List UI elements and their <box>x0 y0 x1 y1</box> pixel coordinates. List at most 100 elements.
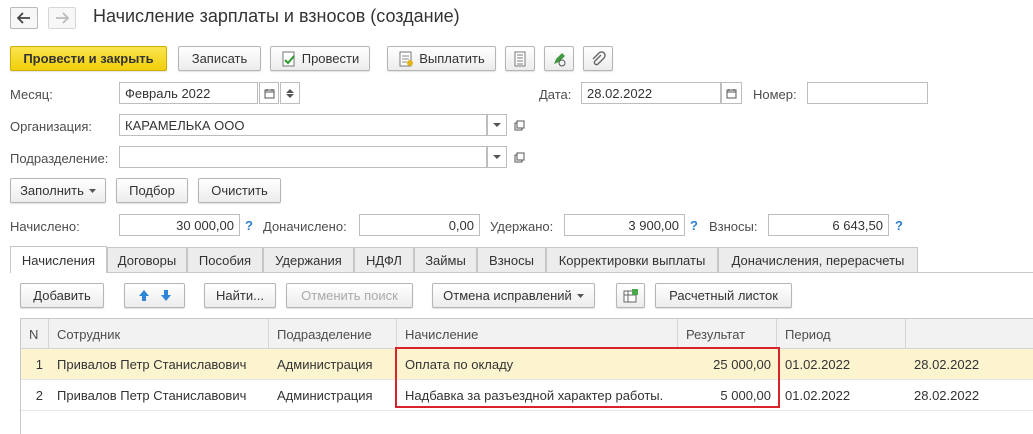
department-label: Подразделение: <box>10 151 109 166</box>
period-from-cell[interactable]: 01.02.2022 <box>777 380 906 410</box>
period-to-cell[interactable]: 28.02.2022 <box>906 380 1033 410</box>
calendar-icon <box>264 88 274 98</box>
accrued-help-icon[interactable]: ? <box>245 218 253 233</box>
column-header-department[interactable]: Подразделение <box>269 319 397 349</box>
calendar-icon <box>726 88 737 98</box>
department-cell[interactable]: Администрация <box>269 380 397 410</box>
chevron-up-icon <box>286 88 294 93</box>
page-title: Начисление зарплаты и взносов (создание) <box>93 6 460 26</box>
save-button[interactable]: Записать <box>178 46 261 71</box>
cancel-corrections-button[interactable]: Отмена исправлений <box>432 283 595 308</box>
month-stepper[interactable] <box>280 82 300 104</box>
employee-cell[interactable]: Привалов Петр Станиславович <box>49 349 269 379</box>
employee-cell[interactable]: Привалов Петр Станиславович <box>49 380 269 410</box>
organization-label: Организация: <box>10 119 93 134</box>
row-number: 2 <box>35 387 43 403</box>
find-button[interactable]: Найти... <box>204 283 276 308</box>
result-cell[interactable]: 25 000,00 <box>678 349 777 379</box>
move-row-buttons[interactable] <box>124 283 185 308</box>
tab-payment-adjustments[interactable]: Корректировки выплаты <box>546 247 718 272</box>
month-label: Месяц: <box>10 87 53 102</box>
payslip-button[interactable]: Расчетный листок <box>655 283 792 308</box>
department-dropdown[interactable] <box>487 146 507 168</box>
select-button[interactable]: Подбор <box>116 178 188 203</box>
tab-benefits[interactable]: Пособия <box>187 247 263 272</box>
result-cell[interactable]: 5 000,00 <box>678 380 777 410</box>
table-row[interactable]: 1 Привалов Петр Станиславович Администра… <box>21 349 1033 380</box>
report-button[interactable] <box>505 46 535 71</box>
accrual-cell[interactable]: Оплата по окладу <box>397 349 678 379</box>
date-input[interactable]: 28.02.2022 <box>581 82 721 104</box>
clear-label: Очистить <box>211 183 268 198</box>
department-input[interactable] <box>119 146 487 168</box>
post-button[interactable]: Провести <box>270 46 370 71</box>
list-icon <box>514 51 526 66</box>
accrued-label: Начислено: <box>10 219 80 234</box>
department-open-button[interactable] <box>510 146 528 168</box>
fill-label: Заполнить <box>20 183 84 198</box>
chevron-down-icon <box>493 154 501 159</box>
tab-divider <box>10 272 1033 273</box>
pay-button[interactable]: Выплатить <box>387 46 496 71</box>
attach-button[interactable] <box>583 46 613 71</box>
table-settings-button[interactable] <box>616 283 645 308</box>
column-header-accrual[interactable]: Начисление <box>397 319 678 349</box>
tab-ndfl[interactable]: НДФЛ <box>354 247 414 272</box>
withheld-label: Удержано: <box>490 219 554 234</box>
table-icon <box>623 288 638 302</box>
tab-deductions[interactable]: Удержания <box>263 247 354 272</box>
tab-contracts[interactable]: Договоры <box>107 247 187 272</box>
structure-button[interactable] <box>544 46 574 71</box>
column-header-result[interactable]: Результат <box>678 319 777 349</box>
add-row-label: Добавить <box>33 288 91 303</box>
cancel-search-button[interactable]: Отменить поиск <box>286 283 413 308</box>
arrow-up-icon[interactable] <box>138 289 150 302</box>
accrual-cell[interactable]: Надбавка за разъездной характер работы. <box>397 380 678 410</box>
accruals-table: N Сотрудник Подразделение Начисление Рез… <box>20 318 1033 434</box>
number-input[interactable] <box>807 82 928 104</box>
tab-accruals[interactable]: Начисления <box>10 246 107 273</box>
cancel-corrections-label: Отмена исправлений <box>443 288 572 303</box>
withheld-help-icon[interactable]: ? <box>690 218 698 233</box>
calendar-button[interactable] <box>259 82 279 104</box>
save-label: Записать <box>191 51 248 66</box>
department-cell[interactable]: Администрация <box>269 349 397 379</box>
select-label: Подбор <box>129 183 175 198</box>
tab-contributions[interactable]: Взносы <box>477 247 546 272</box>
chevron-down-icon <box>576 293 584 298</box>
period-to-cell[interactable]: 28.02.2022 <box>906 349 1033 379</box>
post-label: Провести <box>301 51 360 66</box>
column-header-period[interactable]: Период <box>777 319 906 349</box>
contributions-help-icon[interactable]: ? <box>895 218 903 233</box>
tab-recalculations[interactable]: Доначисления, перерасчеты <box>718 247 918 272</box>
table-header: N Сотрудник Подразделение Начисление Рез… <box>21 319 1033 349</box>
organization-open-button[interactable] <box>510 114 528 136</box>
find-label: Найти... <box>216 288 264 303</box>
tab-loans[interactable]: Займы <box>414 247 477 272</box>
accrued-value: 30 000,00 <box>119 214 240 236</box>
organization-dropdown[interactable] <box>487 114 507 136</box>
table-row[interactable]: 2 Привалов Петр Станиславович Администра… <box>21 380 1033 411</box>
extra-accrued-label: Доначислено: <box>263 219 347 234</box>
period-from-cell[interactable]: 01.02.2022 <box>777 349 906 379</box>
withheld-value: 3 900,00 <box>564 214 685 236</box>
add-row-button[interactable]: Добавить <box>20 283 104 308</box>
contributions-label: Взносы: <box>709 219 758 234</box>
arrow-down-icon[interactable] <box>160 289 172 302</box>
forward-button[interactable] <box>48 7 76 29</box>
chevron-down-icon <box>493 122 501 127</box>
column-header-employee[interactable]: Сотрудник <box>49 319 269 349</box>
month-input[interactable]: Февраль 2022 <box>119 82 258 104</box>
pay-label: Выплатить <box>419 51 485 66</box>
pen-icon <box>554 52 566 66</box>
column-header-n[interactable]: N <box>21 319 49 349</box>
date-calendar-button[interactable] <box>721 82 742 104</box>
column-header-period-end[interactable] <box>906 319 1033 349</box>
open-form-icon <box>514 152 524 162</box>
back-button[interactable] <box>10 7 38 29</box>
organization-input[interactable]: КАРАМЕЛЬКА ООО <box>119 114 487 136</box>
fill-button[interactable]: Заполнить <box>10 178 106 203</box>
row-number: 1 <box>35 356 43 372</box>
clear-button[interactable]: Очистить <box>198 178 281 203</box>
post-and-close-button[interactable]: Провести и закрыть <box>10 46 167 71</box>
